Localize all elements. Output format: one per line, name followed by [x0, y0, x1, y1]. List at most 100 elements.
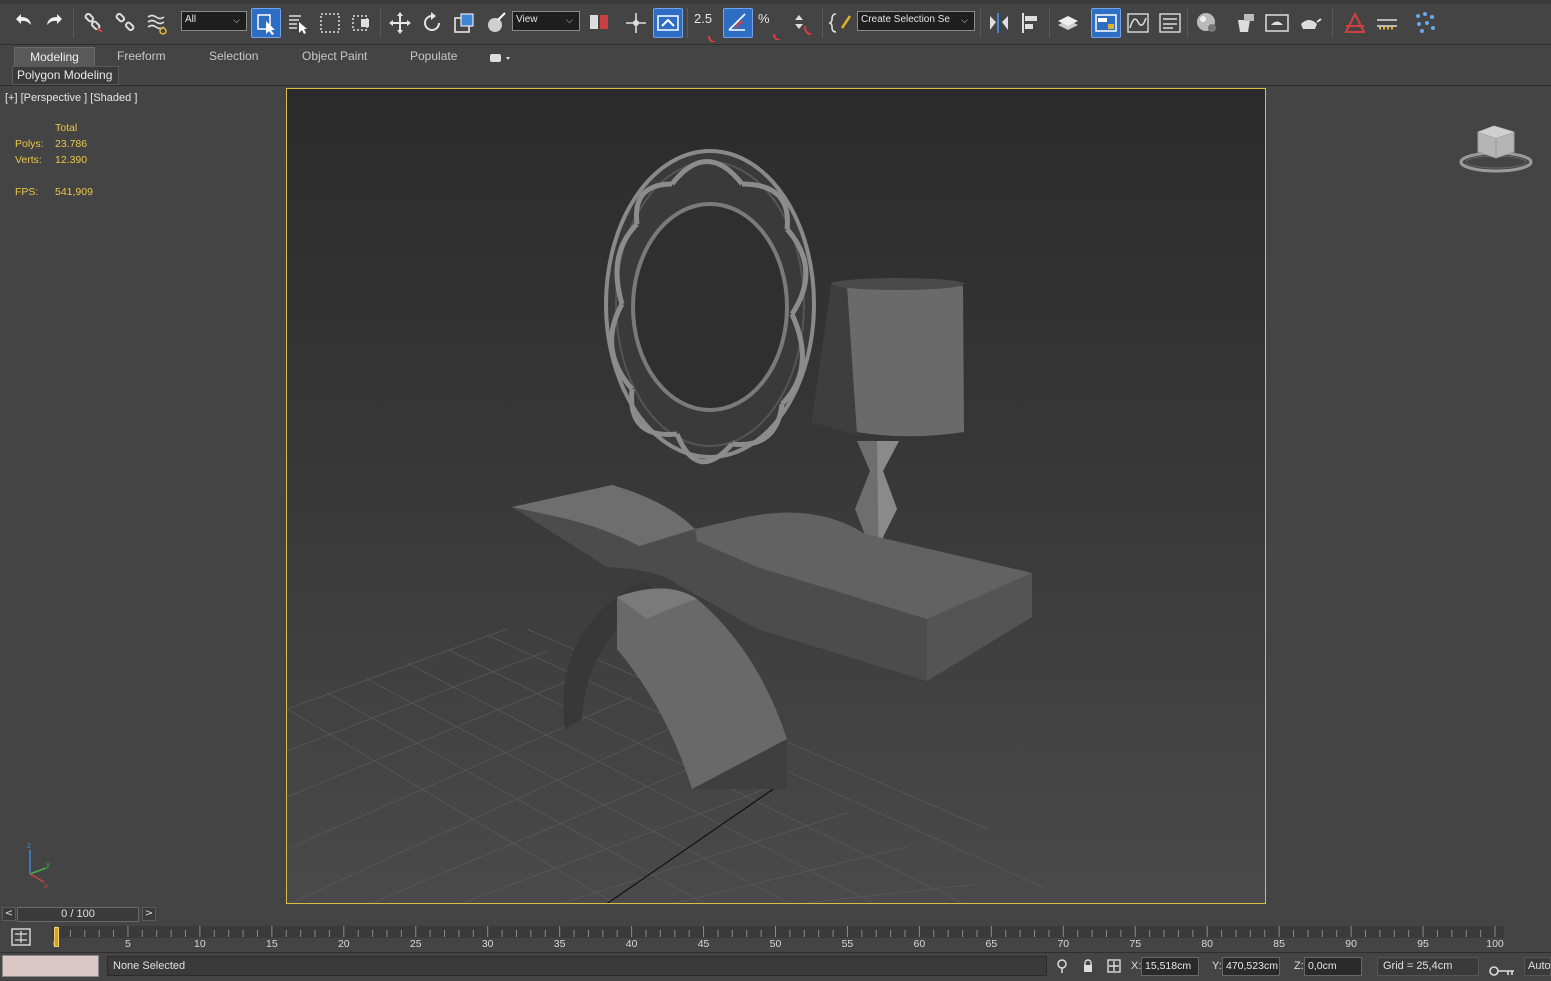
curve-editor-icon[interactable]	[1123, 8, 1153, 38]
stats-polys-label: Polys:	[15, 138, 44, 150]
angle-snap-icon[interactable]	[723, 8, 753, 38]
snap-toggle-icon[interactable]	[694, 14, 722, 44]
reference-coord-value: View	[516, 14, 538, 25]
tab-selection[interactable]: Selection	[209, 47, 258, 66]
desk-object	[512, 485, 1032, 789]
layer-explorer-icon[interactable]	[1053, 8, 1083, 38]
tab-polygon-modeling[interactable]: Polygon Modeling	[12, 66, 119, 85]
tab-populate[interactable]: Populate	[410, 47, 457, 66]
track-filter-icon[interactable]	[10, 927, 32, 947]
z-coord-field[interactable]: 0,0cm	[1304, 957, 1362, 976]
named-selection-dropdown[interactable]: Create Selection Se ⌵	[857, 11, 975, 31]
selection-filter-dropdown[interactable]: All ⌵	[181, 11, 247, 31]
time-slider[interactable]: < 0 / 100 >	[0, 905, 1551, 923]
ruler-tick-label: 15	[266, 938, 278, 950]
scale-icon[interactable]	[449, 8, 479, 38]
ruler-background	[52, 926, 1504, 938]
keyboard-shortcut-override-icon[interactable]	[653, 8, 683, 38]
link-icon[interactable]	[78, 8, 108, 38]
maxscript-listener[interactable]	[2, 955, 99, 977]
reference-coord-dropdown[interactable]: View ⌵	[512, 11, 580, 31]
ribbon-divider	[0, 85, 1551, 86]
y-coord-field[interactable]: 470,523cm	[1222, 957, 1280, 976]
track-bar[interactable]: 0510152025303540455055606570758085909510…	[0, 924, 1551, 952]
edit-named-selections-icon[interactable]	[826, 8, 856, 38]
x-coord-label: X:	[1131, 960, 1142, 972]
rotate-icon[interactable]	[417, 8, 447, 38]
ribbon-tabs: Modeling Freeform Selection Object Paint…	[0, 46, 1551, 66]
unlink-icon[interactable]	[110, 8, 140, 38]
chevron-down-icon: ⌵	[233, 15, 240, 25]
viewport-scene	[287, 149, 1048, 903]
percent-snap-icon[interactable]	[758, 12, 788, 42]
ruler-icon[interactable]	[1372, 8, 1402, 38]
absolute-mode-icon[interactable]	[1106, 958, 1122, 974]
select-by-name-icon[interactable]	[283, 8, 313, 38]
render-icon[interactable]	[1294, 8, 1324, 38]
ruler-tick-label: 35	[553, 938, 566, 950]
ruler-tick-label: 85	[1273, 938, 1285, 950]
viewcube-icon[interactable]	[1456, 120, 1536, 178]
tab-object-paint[interactable]: Object Paint	[302, 47, 367, 66]
ruler-tick-label: 70	[1057, 938, 1070, 950]
y-coord-label: Y:	[1212, 960, 1222, 972]
lock-icon[interactable]	[1080, 958, 1096, 974]
current-frame-marker[interactable]	[54, 927, 59, 947]
next-frame-button[interactable]: >	[142, 907, 156, 921]
ruler-tick-label: 45	[697, 938, 710, 950]
move-icon[interactable]	[385, 8, 415, 38]
chevron-down-icon: ⌵	[961, 15, 968, 25]
render-frame-icon[interactable]	[1262, 8, 1292, 38]
align-icon[interactable]	[1016, 8, 1046, 38]
select-object-icon[interactable]	[251, 8, 281, 38]
ruler-tick-label: 90	[1345, 938, 1357, 950]
axis-z-label: z	[27, 841, 31, 850]
spinner-snap-icon[interactable]	[788, 8, 818, 38]
ribbon-options-icon[interactable]	[488, 50, 512, 69]
ruler-tick-label: 30	[481, 938, 494, 950]
window-crossing-icon[interactable]	[347, 8, 377, 38]
chevron-down-icon: ⌵	[566, 15, 573, 25]
selection-status: None Selected	[107, 956, 1047, 976]
scene-explorer-icon[interactable]	[1091, 8, 1121, 38]
select-manipulate-icon[interactable]	[621, 8, 651, 38]
particles-icon[interactable]	[1410, 8, 1440, 38]
pivot-icon[interactable]	[585, 8, 615, 38]
ruler-tick-label: 80	[1201, 938, 1214, 950]
auto-key-button[interactable]: Auto	[1524, 957, 1551, 976]
viewport-left-area: [+] [Perspective ] [Shaded ] Total Polys…	[0, 88, 285, 903]
tab-freeform[interactable]: Freeform	[117, 47, 166, 66]
axis-x-label: x	[44, 881, 48, 890]
viewport-label[interactable]: [+] [Perspective ] [Shaded ]	[5, 92, 137, 104]
key-icon[interactable]	[1488, 963, 1516, 979]
grid-size-display: Grid = 25,4cm	[1377, 957, 1479, 976]
stats-polys-value: 23.786	[55, 138, 88, 150]
stats-verts-value: 12.390	[55, 154, 88, 166]
ruler-tick-label: 50	[769, 938, 782, 950]
isolate-selection-icon[interactable]	[1054, 958, 1070, 974]
undo-icon[interactable]	[8, 8, 38, 38]
axis-y-label: y	[46, 860, 50, 869]
named-selection-placeholder: Create Selection Se	[861, 14, 950, 25]
stats-total-label: Total	[55, 122, 78, 134]
time-slider-thumb[interactable]: 0 / 100	[17, 907, 139, 922]
bind-space-warp-icon[interactable]	[142, 8, 172, 38]
ruler-tick-label: 20	[337, 938, 350, 950]
material-editor-icon[interactable]	[1192, 8, 1222, 38]
tab-modeling[interactable]: Modeling	[14, 47, 95, 66]
mirror-icon[interactable]	[984, 8, 1014, 38]
arnold-icon[interactable]	[1340, 8, 1370, 38]
render-setup-icon[interactable]	[1230, 8, 1260, 38]
selection-filter-value: All	[185, 14, 197, 25]
schematic-view-icon[interactable]	[1155, 8, 1185, 38]
ruler-tick-label: 10	[194, 938, 206, 950]
axis-tripod-icon: z y x	[18, 840, 58, 890]
perspective-viewport[interactable]	[286, 88, 1266, 904]
x-coord-field[interactable]: 15,518cm	[1141, 957, 1199, 976]
placement-icon[interactable]	[481, 8, 511, 38]
rectangular-selection-icon[interactable]	[315, 8, 345, 38]
redo-icon[interactable]	[40, 8, 70, 38]
ruler-tick-label: 25	[409, 938, 422, 950]
prev-frame-button[interactable]: <	[2, 907, 16, 921]
mirror-object	[604, 149, 816, 465]
